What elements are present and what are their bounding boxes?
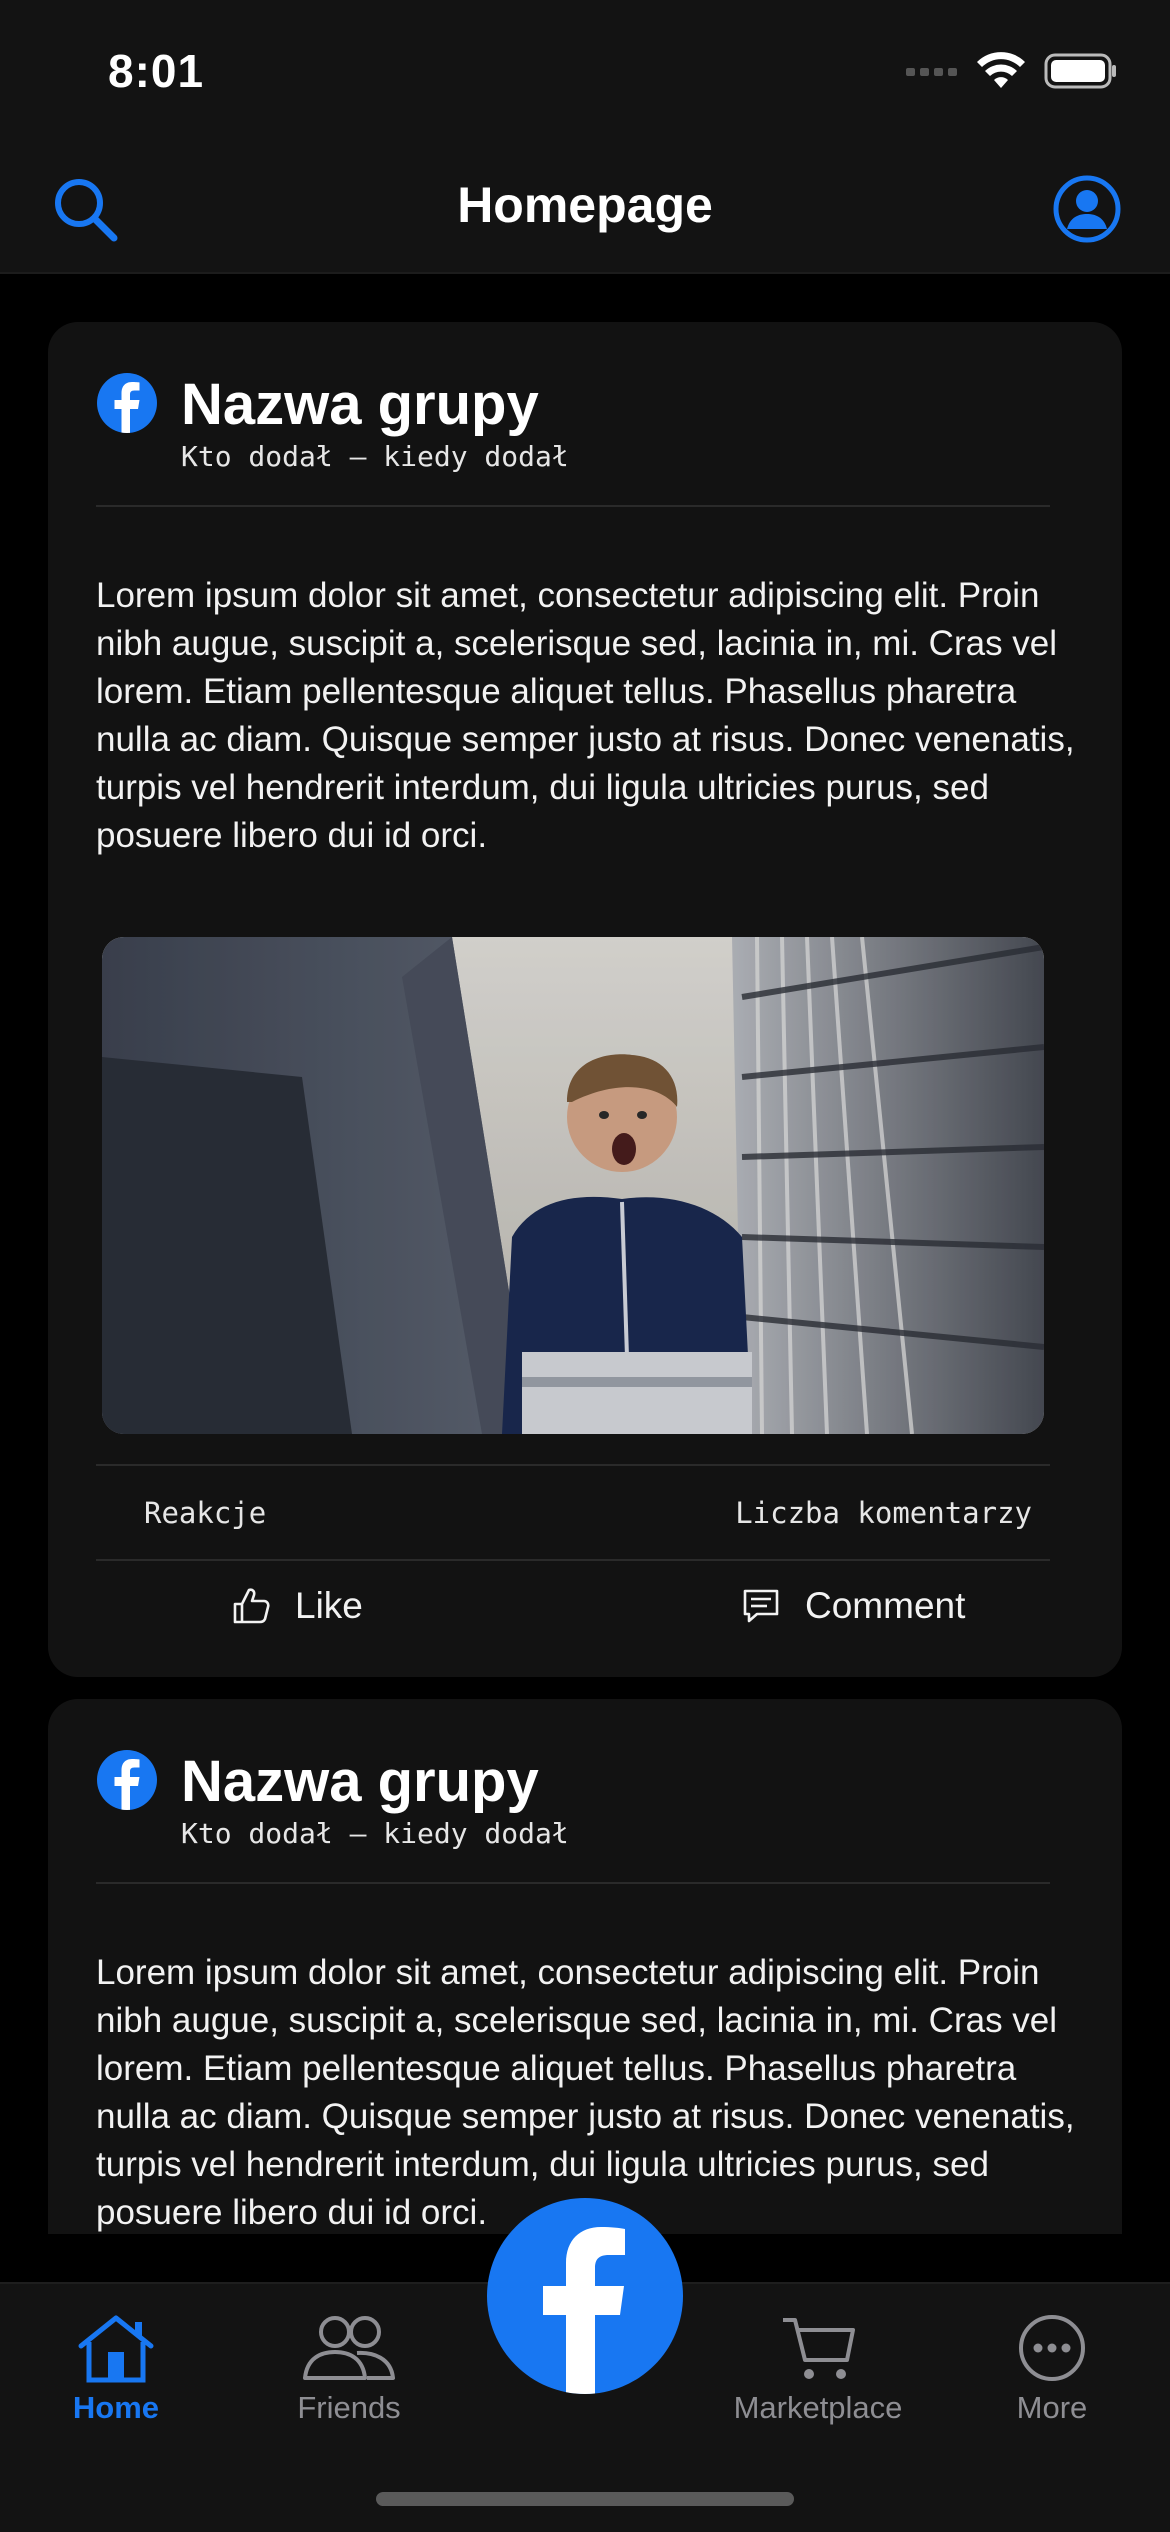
like-button[interactable]: Like — [231, 1561, 363, 1651]
status-time: 8:01 — [108, 45, 205, 97]
comment-button[interactable]: Comment — [741, 1561, 965, 1651]
tab-friends-label: Friends — [297, 2390, 401, 2425]
post-author-time: Kto dodał – kiedy dodał — [181, 440, 569, 473]
reactions-count[interactable]: Reakcje — [144, 1496, 266, 1530]
tab-more-label: More — [1016, 2390, 1088, 2425]
profile-icon[interactable] — [1052, 174, 1122, 244]
tab-more[interactable]: More — [952, 2312, 1152, 2426]
home-indicator — [376, 2492, 794, 2506]
post-header: Nazwa grupy Kto dodał – kiedy dodał — [96, 1749, 1050, 1884]
post-image[interactable] — [102, 937, 1044, 1434]
tab-marketplace-label: Marketplace — [733, 2390, 903, 2425]
group-name[interactable]: Nazwa grupy — [181, 372, 539, 438]
news-feed[interactable]: Nazwa grupy Kto dodał – kiedy dodał Lore… — [0, 274, 1170, 2234]
more-icon — [1019, 2315, 1085, 2381]
friends-icon — [303, 2316, 395, 2380]
facebook-group-icon — [97, 1750, 157, 1810]
cellular-signal-icon — [906, 68, 957, 76]
battery-icon — [1044, 53, 1116, 89]
comment-label: Comment — [805, 1585, 966, 1626]
navigation-bar: Homepage — [0, 150, 1170, 274]
facebook-logo-button[interactable] — [487, 2198, 683, 2394]
tab-home-label: Home — [72, 2390, 160, 2425]
post-actions: Like Comment — [96, 1561, 1050, 1651]
wifi-icon — [977, 52, 1025, 88]
post-header: Nazwa grupy Kto dodał – kiedy dodał — [96, 372, 1050, 507]
tab-friends[interactable]: Friends — [249, 2312, 449, 2426]
post-card: Nazwa grupy Kto dodał – kiedy dodał Lore… — [48, 322, 1122, 1677]
facebook-logo-icon — [543, 2227, 625, 2394]
thumbs-up-icon — [233, 1588, 270, 1624]
status-icons — [906, 52, 1118, 90]
page-title: Homepage — [457, 177, 713, 233]
facebook-group-icon — [97, 373, 157, 433]
post-body: Lorem ipsum dolor sit amet, consectetur … — [96, 1953, 1075, 2232]
comments-count[interactable]: Liczba komentarzy — [735, 1496, 1032, 1530]
post-stats: Reakcje Liczba komentarzy — [96, 1464, 1050, 1561]
group-name[interactable]: Nazwa grupy — [181, 1749, 539, 1815]
home-icon — [78, 2315, 154, 2383]
post-author-time: Kto dodał – kiedy dodał — [181, 1817, 569, 1850]
tab-home[interactable]: Home — [16, 2312, 216, 2426]
like-label: Like — [295, 1585, 363, 1626]
tab-marketplace[interactable]: Marketplace — [718, 2312, 918, 2426]
status-bar: 8:01 — [0, 0, 1170, 150]
post-card: Nazwa grupy Kto dodał – kiedy dodał Lore… — [48, 1699, 1122, 2234]
post-photo — [102, 937, 1044, 1434]
comment-icon — [743, 1589, 779, 1623]
post-body: Lorem ipsum dolor sit amet, consectetur … — [96, 576, 1075, 855]
cart-icon — [783, 2318, 855, 2379]
